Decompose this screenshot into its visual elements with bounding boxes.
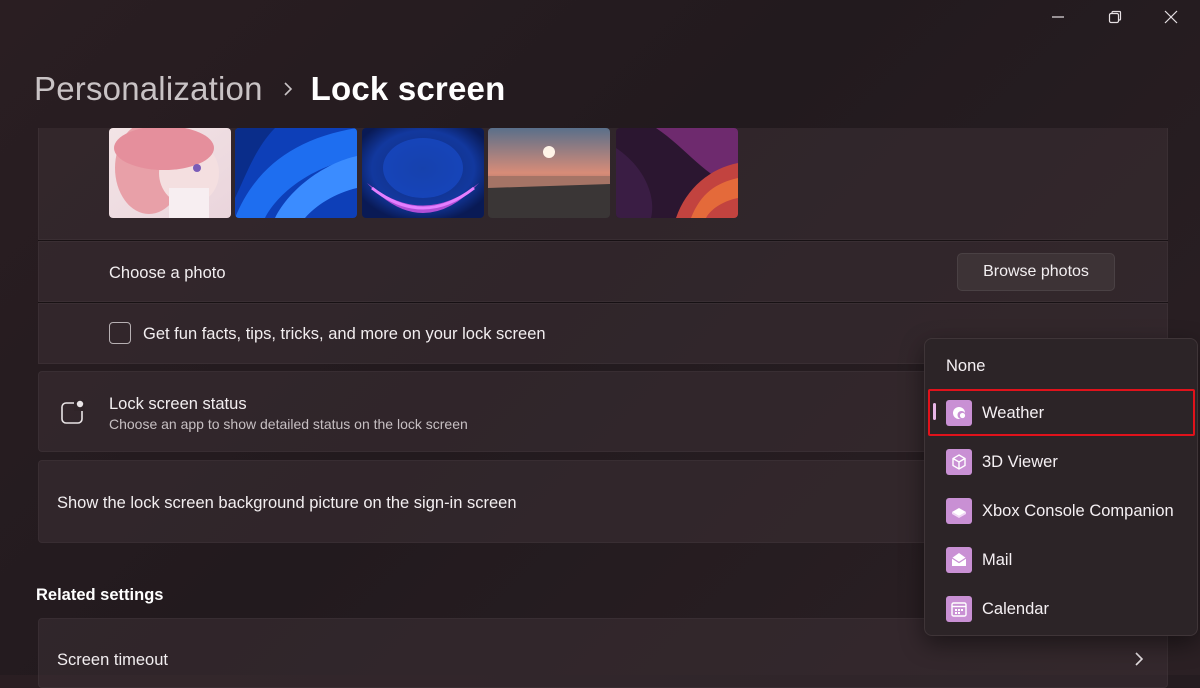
chevron-right-icon <box>1134 651 1144 672</box>
recent-image-1[interactable] <box>109 128 231 218</box>
restore-button[interactable] <box>1100 8 1130 30</box>
recent-image-2[interactable] <box>235 128 357 218</box>
xbox-icon <box>946 498 972 524</box>
choose-photo-label: Choose a photo <box>109 264 226 282</box>
breadcrumb-parent[interactable]: Personalization <box>34 70 263 108</box>
minimize-button[interactable] <box>1043 8 1073 30</box>
minimize-icon <box>1051 10 1065 29</box>
browse-photos-button[interactable]: Browse photos <box>957 253 1115 291</box>
calendar-icon <box>946 596 972 622</box>
screen-timeout-label: Screen timeout <box>57 651 168 669</box>
close-button[interactable] <box>1156 8 1186 30</box>
status-app-dropdown: None Weather 3D Viewer Xbox Console Comp… <box>924 338 1198 636</box>
selected-option-highlight <box>928 389 1195 436</box>
fun-facts-checkbox[interactable] <box>109 322 131 344</box>
mail-icon <box>946 547 972 573</box>
page-title: Lock screen <box>310 70 506 107</box>
breadcrumb: Personalization Lock screen <box>34 70 505 108</box>
status-subtitle: Choose an app to show detailed status on… <box>109 416 468 432</box>
chevron-right-icon <box>283 81 293 97</box>
fun-facts-label: Get fun facts, tips, tricks, and more on… <box>143 325 546 343</box>
recent-image-5[interactable] <box>616 128 738 218</box>
cube-icon <box>946 449 972 475</box>
restore-icon <box>1108 10 1122 29</box>
dropdown-option-calendar[interactable]: Calendar <box>925 587 1197 631</box>
dropdown-option-3d-viewer[interactable]: 3D Viewer <box>925 440 1197 484</box>
related-settings-heading: Related settings <box>36 586 164 604</box>
status-title: Lock screen status <box>109 395 247 413</box>
status-app-icon <box>60 399 86 430</box>
dropdown-option-none[interactable]: None <box>925 344 1197 388</box>
signin-background-label: Show the lock screen background picture … <box>57 494 517 512</box>
dropdown-option-xbox[interactable]: Xbox Console Companion <box>925 489 1197 533</box>
recent-image-3[interactable] <box>362 128 484 218</box>
recent-image-4[interactable] <box>488 128 610 218</box>
dropdown-option-mail[interactable]: Mail <box>925 538 1197 582</box>
close-icon <box>1164 10 1178 29</box>
